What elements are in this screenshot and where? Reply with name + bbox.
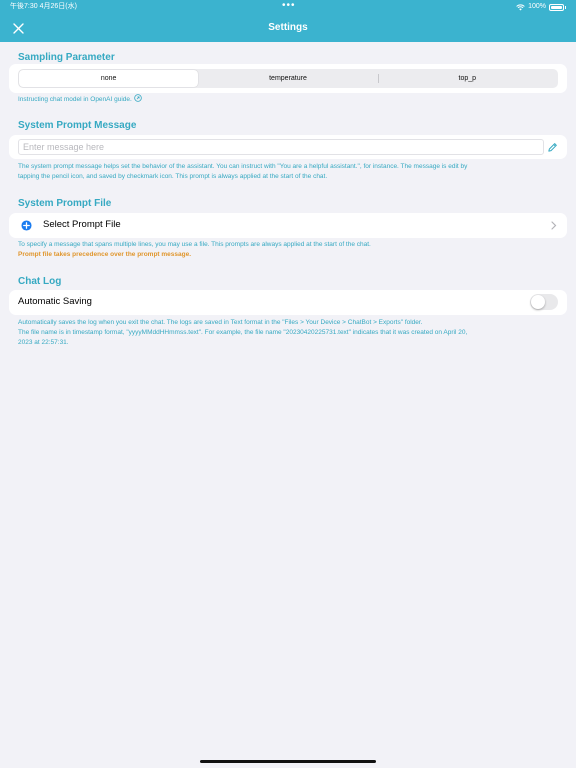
- toggle-knob: [531, 295, 545, 309]
- sampling-note[interactable]: Instructing chat model in OpenAI guide.: [18, 94, 142, 105]
- automatic-saving-toggle[interactable]: [530, 294, 558, 310]
- system-prompt-input[interactable]: [18, 139, 544, 155]
- prompt-file-note: To specify a message that spans multiple…: [18, 241, 371, 248]
- select-prompt-file-label[interactable]: Select Prompt File: [43, 219, 121, 231]
- page-title: Settings: [268, 22, 308, 33]
- section-title-chat-log: Chat Log: [18, 276, 62, 287]
- battery-icon: [549, 3, 564, 11]
- section-title-system-prompt: System Prompt Message: [18, 120, 137, 131]
- battery-tip: [565, 5, 566, 9]
- status-time-date: 午後7:30 4月26日(水): [10, 3, 77, 10]
- wifi-icon: [516, 3, 525, 10]
- navigation-bar: 午後7:30 4月26日(水) ••• 100% Settings: [0, 0, 576, 42]
- status-bar: 午後7:30 4月26日(水) ••• 100%: [0, 0, 576, 14]
- pencil-icon[interactable]: [547, 142, 558, 153]
- multitask-dots[interactable]: •••: [282, 0, 296, 12]
- chat-log-note-line2: The file name is in timestamp format, "y…: [18, 329, 468, 336]
- segment-top-p[interactable]: top_p: [377, 70, 557, 87]
- chevron-right-icon: [551, 221, 557, 230]
- info-link-icon[interactable]: [133, 94, 142, 102]
- segment-none[interactable]: none: [19, 70, 199, 87]
- system-prompt-note-line2: tapping the pencil icon, and saved by ch…: [18, 173, 328, 180]
- system-prompt-note-line1: The system prompt message helps set the …: [18, 163, 468, 170]
- segment-temperature[interactable]: temperature: [198, 70, 377, 87]
- automatic-saving-label: Automatic Saving: [18, 296, 92, 307]
- chat-log-note-line3: 2023 at 22:57:31.: [18, 339, 69, 346]
- home-indicator: [200, 760, 376, 763]
- chat-log-note-line1: Automatically saves the log when you exi…: [18, 319, 423, 326]
- section-title-sampling: Sampling Parameter: [18, 52, 115, 63]
- automatic-saving-row: [9, 290, 567, 315]
- battery-percent: 100%: [528, 3, 546, 10]
- sampling-segmented-control[interactable]: none temperature top_p: [18, 69, 558, 88]
- sampling-note-text[interactable]: Instructing chat model in OpenAI guide.: [18, 96, 132, 103]
- section-title-prompt-file: System Prompt File: [18, 198, 112, 209]
- status-right: 100%: [516, 0, 566, 14]
- add-circle-icon: [21, 220, 32, 231]
- prompt-file-warning: Prompt file takes precedence over the pr…: [18, 251, 192, 258]
